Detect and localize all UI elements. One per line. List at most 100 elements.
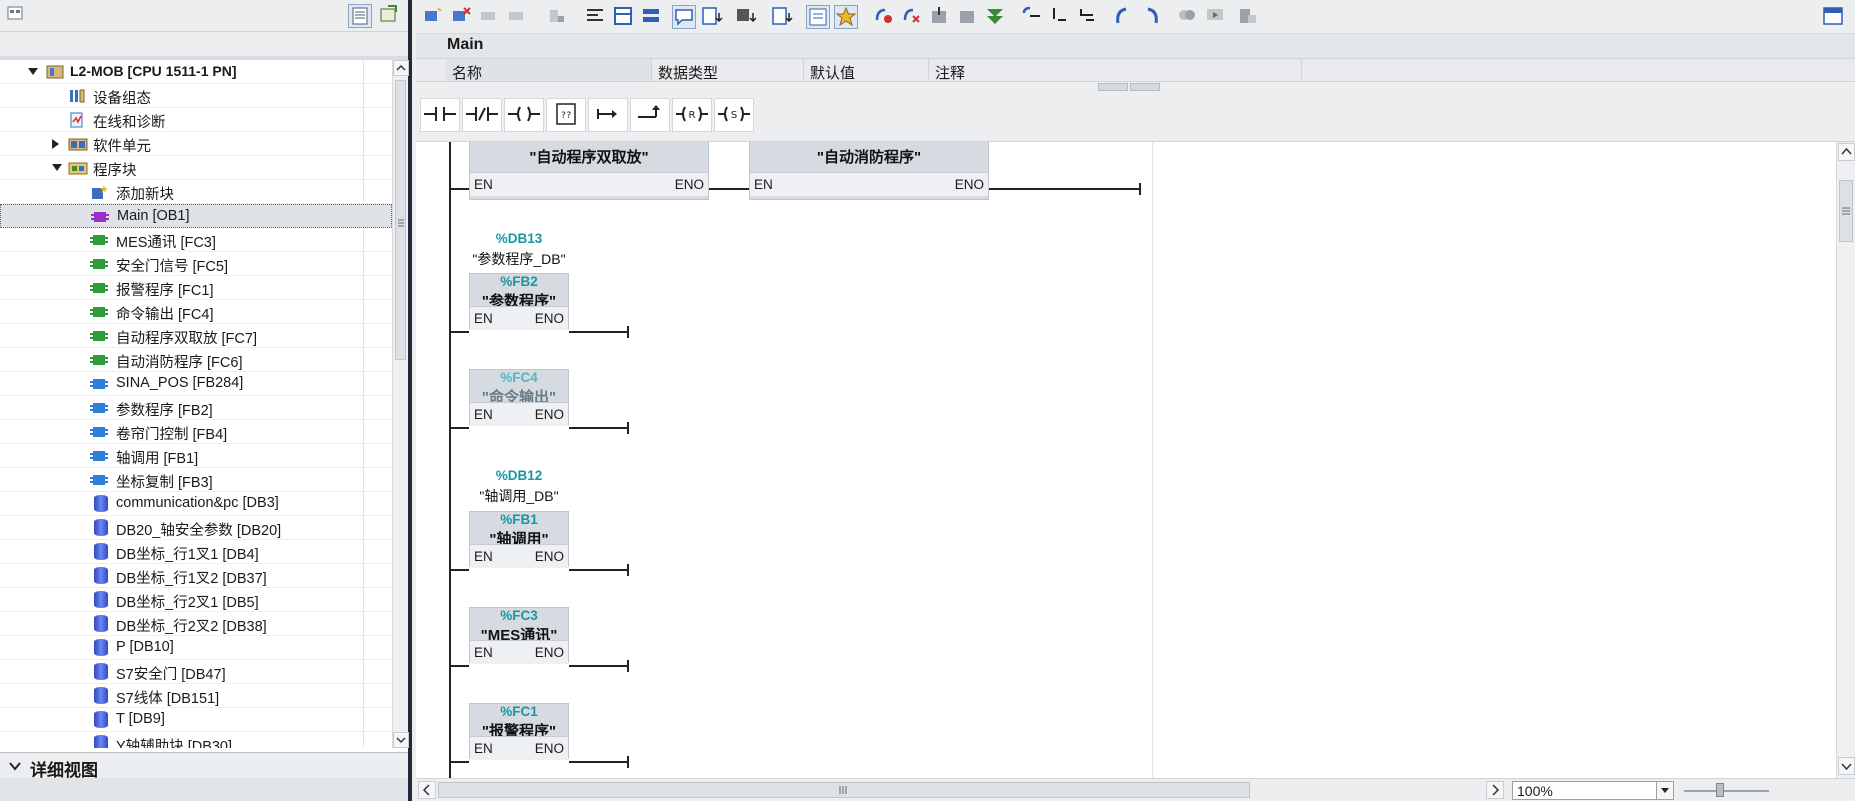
tree-item-fb284[interactable]: SINA_POS [FB284] xyxy=(0,372,392,396)
align-icon[interactable] xyxy=(584,5,608,29)
empty-box-button[interactable]: ?? xyxy=(546,98,586,132)
operand-display-icon[interactable] xyxy=(734,5,758,29)
set-coil-button[interactable]: S xyxy=(714,98,754,132)
collapse-icon[interactable] xyxy=(52,164,62,171)
tree-item-fc4[interactable]: 命令输出 [FC4] xyxy=(0,300,392,324)
scroll-down-button[interactable] xyxy=(1838,757,1855,775)
tree-item-db151[interactable]: S7线体 [DB151] xyxy=(0,684,392,708)
network-view-icon[interactable] xyxy=(612,5,636,29)
fb1-call-box[interactable]: %FB1 "轴调用" EN ENO xyxy=(469,511,569,568)
tree-item-db4[interactable]: DB坐标_行1叉1 [DB4] xyxy=(0,540,392,564)
tree-item-fc6[interactable]: 自动消防程序 [FC6] xyxy=(0,348,392,372)
editor-vertical-scrollbar[interactable] xyxy=(1836,142,1855,778)
collapse-networks-icon[interactable] xyxy=(640,5,664,29)
jump-back-icon[interactable] xyxy=(1140,5,1164,29)
zoom-slider-track[interactable] xyxy=(1684,790,1769,792)
list-view-icon[interactable] xyxy=(348,4,372,28)
fb2-call-box[interactable]: %FB2 "参数程序" EN ENO xyxy=(469,273,569,330)
scroll-thumb[interactable] xyxy=(1839,180,1853,242)
zoom-dropdown-button[interactable] xyxy=(1656,781,1674,800)
monitor-icon[interactable] xyxy=(984,5,1008,29)
instance-db-name[interactable]: "参数程序_DB" xyxy=(469,249,569,269)
upload-icon[interactable] xyxy=(956,5,980,29)
splitter-down-button[interactable] xyxy=(1130,83,1160,96)
library-icon[interactable] xyxy=(378,4,402,28)
coil-button[interactable] xyxy=(504,98,544,132)
splitter-up-button[interactable] xyxy=(1098,83,1128,96)
zoom-input[interactable]: 100% xyxy=(1512,781,1672,800)
tree-item-db38[interactable]: DB坐标_行2叉2 [DB38] xyxy=(0,612,392,636)
tree-item-db5[interactable]: DB坐标_行2叉1 [DB5] xyxy=(0,588,392,612)
jump-icon[interactable] xyxy=(1112,5,1136,29)
paste-icon[interactable] xyxy=(546,5,570,29)
fc4-call-box[interactable]: %FC4 "命令输出" EN ENO xyxy=(469,369,569,426)
tree-item-device[interactable]: L2-MOB [CPU 1511-1 PN] xyxy=(0,60,392,84)
compare-icon[interactable] xyxy=(1176,5,1200,29)
zoom-slider-handle[interactable] xyxy=(1716,783,1724,797)
tree-item-db3[interactable]: communication&pc [DB3] xyxy=(0,492,392,516)
insert-network-icon[interactable] xyxy=(422,5,446,29)
go-to-error-icon[interactable] xyxy=(1048,5,1072,29)
fc1-call-box[interactable]: %FC1 "报警程序" EN ENO xyxy=(469,703,569,760)
tree-item-db10[interactable]: P [DB10] xyxy=(0,636,392,660)
open-branch-button[interactable] xyxy=(588,98,628,132)
column-header-name[interactable]: 名称 xyxy=(446,59,652,82)
portal-view-icon[interactable] xyxy=(6,4,30,28)
tree-item-main-ob1[interactable]: Main [OB1] xyxy=(0,204,392,229)
list-icon[interactable] xyxy=(806,5,830,29)
network-prev-icon[interactable] xyxy=(1020,5,1044,29)
scroll-up-button[interactable] xyxy=(1838,143,1855,161)
tree-item-db47[interactable]: S7安全门 [DB47] xyxy=(0,660,392,684)
tree-item-fc7[interactable]: 自动程序双取放 [FC7] xyxy=(0,324,392,348)
column-header-default[interactable]: 默认值 xyxy=(804,59,929,82)
project-tree-scrollbar[interactable] xyxy=(392,60,409,748)
no-contact-button[interactable] xyxy=(420,98,460,132)
tree-item-fc5[interactable]: 安全门信号 [FC5] xyxy=(0,252,392,276)
fc7-call-box[interactable]: "自动程序双取放" EN ENO xyxy=(469,142,709,200)
nc-contact-button[interactable] xyxy=(462,98,502,132)
tree-item-device-config[interactable]: 设备组态 xyxy=(0,84,392,108)
insert-row-icon[interactable] xyxy=(478,5,502,29)
window-split-icon[interactable] xyxy=(1822,5,1846,29)
close-branch-button[interactable] xyxy=(630,98,670,132)
column-header-datatype[interactable]: 数据类型 xyxy=(652,59,804,82)
download-icon[interactable] xyxy=(928,5,952,29)
go-offline-icon[interactable] xyxy=(900,5,924,29)
tag-info-icon[interactable] xyxy=(770,5,794,29)
expand-icon[interactable] xyxy=(52,139,59,149)
instance-db-name[interactable]: "轴调用_DB" xyxy=(469,486,569,506)
scroll-left-button[interactable] xyxy=(418,781,436,799)
fc6-call-box[interactable]: "自动消防程序" EN ENO xyxy=(749,142,989,200)
tree-item-db9[interactable]: T [DB9] xyxy=(0,708,392,732)
go-online-icon[interactable] xyxy=(872,5,896,29)
delete-network-icon[interactable] xyxy=(450,5,474,29)
chevron-down-icon[interactable] xyxy=(8,759,22,776)
comment-icon[interactable] xyxy=(672,5,696,29)
tree-item-fb4[interactable]: 卷帘门控制 [FB4] xyxy=(0,420,392,444)
simulation-icon[interactable] xyxy=(1204,5,1228,29)
tree-item-db20[interactable]: DB20_轴安全参数 [DB20] xyxy=(0,516,392,540)
tree-item-fb1[interactable]: 轴调用 [FB1] xyxy=(0,444,392,468)
tree-item-db30[interactable]: Y轴辅助块 [DB30] xyxy=(0,732,392,748)
horizontal-scroll-thumb[interactable] xyxy=(438,782,1250,798)
tree-item-online-diagnostics[interactable]: 在线和诊断 xyxy=(0,108,392,132)
interface-splitter[interactable] xyxy=(416,82,1855,96)
tree-item-fb2[interactable]: 参数程序 [FB2] xyxy=(0,396,392,420)
scroll-up-button[interactable] xyxy=(393,60,409,76)
scroll-down-button[interactable] xyxy=(393,732,409,748)
collapse-icon[interactable] xyxy=(28,68,38,75)
tree-item-fc1[interactable]: 报警程序 [FC1] xyxy=(0,276,392,300)
fc3-call-box[interactable]: %FC3 "MES通讯" EN ENO xyxy=(469,607,569,664)
column-header-comment[interactable]: 注释 xyxy=(929,59,1302,82)
favorites-icon[interactable] xyxy=(834,5,858,29)
detail-view-header[interactable]: 详细视图 xyxy=(0,752,408,780)
scroll-right-button[interactable] xyxy=(1486,781,1504,799)
tree-item-fb3[interactable]: 坐标复制 [FB3] xyxy=(0,468,392,492)
tree-item-fc3[interactable]: MES通讯 [FC3] xyxy=(0,228,392,252)
absolute-operand-icon[interactable] xyxy=(700,5,724,29)
scroll-thumb[interactable] xyxy=(395,80,406,360)
tree-item-program-blocks[interactable]: 程序块 xyxy=(0,156,392,180)
tree-item-db37[interactable]: DB坐标_行1叉2 [DB37] xyxy=(0,564,392,588)
memory-reset-icon[interactable] xyxy=(1236,5,1260,29)
tree-item-add-new-block[interactable]: 添加新块 xyxy=(0,180,392,204)
